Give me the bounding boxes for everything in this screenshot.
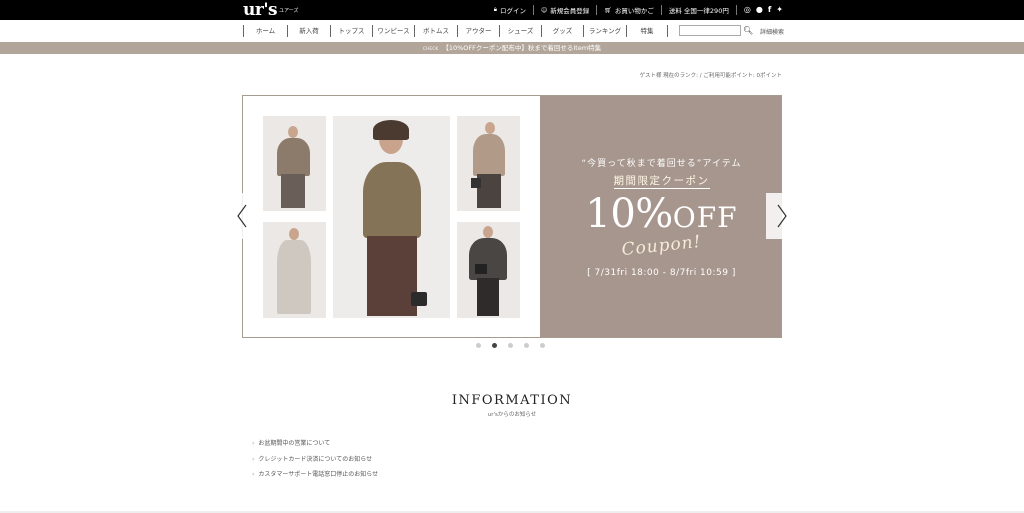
product-photo-main [333,116,450,318]
person-add-icon: ☺ [540,6,548,14]
carousel-dot[interactable] [508,343,513,348]
chevron-left-icon [237,204,247,228]
carousel-dot-active[interactable] [492,343,497,348]
nav-item-ranking[interactable]: ランキング [583,25,626,37]
nav-item-tops[interactable]: トップス [330,25,372,37]
instagram-icon[interactable]: ◎ [744,5,751,15]
news-list: › お盆期間中の営業について › クレジットカード決済についてのお知らせ › カスタマ… [252,438,378,485]
news-item[interactable]: › カスタマーサポート電話窓口停止のお知らせ [252,469,378,485]
product-photo [263,222,326,318]
site-logo[interactable]: ur's [243,0,278,20]
news-item[interactable]: › お盆期間中の営業について [252,438,378,454]
cart-icon: 🛒︎ [604,6,612,14]
nav-item-outer[interactable]: アウター [457,25,499,37]
campaign-banner[interactable]: CHECK 【10%OFFクーポン配布中】秋まで着回せるItem特集 [0,42,1024,54]
chevron-right-icon: › [252,440,255,447]
information-subtitle: ur'sからのお知らせ [487,412,537,418]
search-input[interactable] [679,25,741,36]
carousel-dot[interactable] [540,343,545,348]
nav-item-goods[interactable]: グッズ [541,25,583,37]
member-status: ゲスト様 現在のランク: / ご利用可能ポイント: 0ポイント [639,73,782,79]
hero-slide[interactable]: “今買って秋まで着回せる”アイテム 期間限定クーポン 10%OFF Coupon… [242,95,782,338]
product-photo [457,116,520,211]
carousel-dot[interactable] [476,343,481,348]
shipping-info: 送料 全国一律290円 [660,5,736,15]
hero-date-range: [ 7/31fri 18:00 - 8/7fri 10:59 ] [587,268,736,278]
carousel-prev-button[interactable] [226,193,258,239]
hero-subheadline: 期間限定クーポン [613,175,710,189]
product-photo [457,222,520,318]
main-nav: ホーム 新入荷 トップス ワンピース ボトムス アウター シューズ グッズ ラン… [0,20,1024,42]
lock-icon: 🔒︎ [493,6,497,13]
nav-item-feature[interactable]: 特集 [626,25,668,37]
nav-item-home[interactable]: ホーム [243,25,287,37]
line-icon[interactable]: ● [756,5,763,15]
site-logo-subtitle: ユアーズ [279,8,299,14]
nav-item-bottoms[interactable]: ボトムス [414,25,457,37]
carousel-next-button[interactable] [766,193,798,239]
advanced-search-link[interactable]: 詳細検索 [760,27,784,36]
header-links: 🔒︎ ログイン ☺ 新規会員登録 🛒︎ お買い物かご 送料 全国一律290円 ◎… [487,0,783,20]
login-link[interactable]: 🔒︎ ログイン [487,5,533,15]
nav-item-shoes[interactable]: シューズ [499,25,541,37]
hero-headline: “今買って秋まで着回せる”アイテム [581,159,742,169]
facebook-icon[interactable]: f [768,5,771,15]
cart-link[interactable]: 🛒︎ お買い物かご [596,5,661,15]
nav-item-onepiece[interactable]: ワンピース [372,25,414,37]
twitter-icon[interactable]: ✦ [776,5,783,15]
campaign-tag: CHECK [422,47,439,52]
information-title: INFORMATION [451,393,573,408]
nav-item-new[interactable]: 新入荷 [287,25,330,37]
social-links: ◎ ● f ✦ [735,5,783,15]
chevron-right-icon: › [252,471,255,478]
top-bar: ur's ユアーズ 🔒︎ ログイン ☺ 新規会員登録 🛒︎ お買い物かご 送料 … [0,0,1024,20]
campaign-text: 【10%OFFクーポン配布中】秋まで着回せるItem特集 [442,44,602,52]
chevron-right-icon: › [252,455,255,463]
hero-promo-panel: “今買って秋まで着回せる”アイテム 期間限定クーポン 10%OFF Coupon… [540,96,781,337]
search-icon[interactable]: 🔍︎ [743,25,753,36]
carousel-dot[interactable] [524,343,529,348]
product-photo [263,116,326,211]
carousel-dots [476,343,545,348]
register-link[interactable]: ☺ 新規会員登録 [532,5,596,15]
news-item[interactable]: › クレジットカード決済についてのお知らせ [252,454,378,470]
chevron-right-icon [777,204,787,228]
